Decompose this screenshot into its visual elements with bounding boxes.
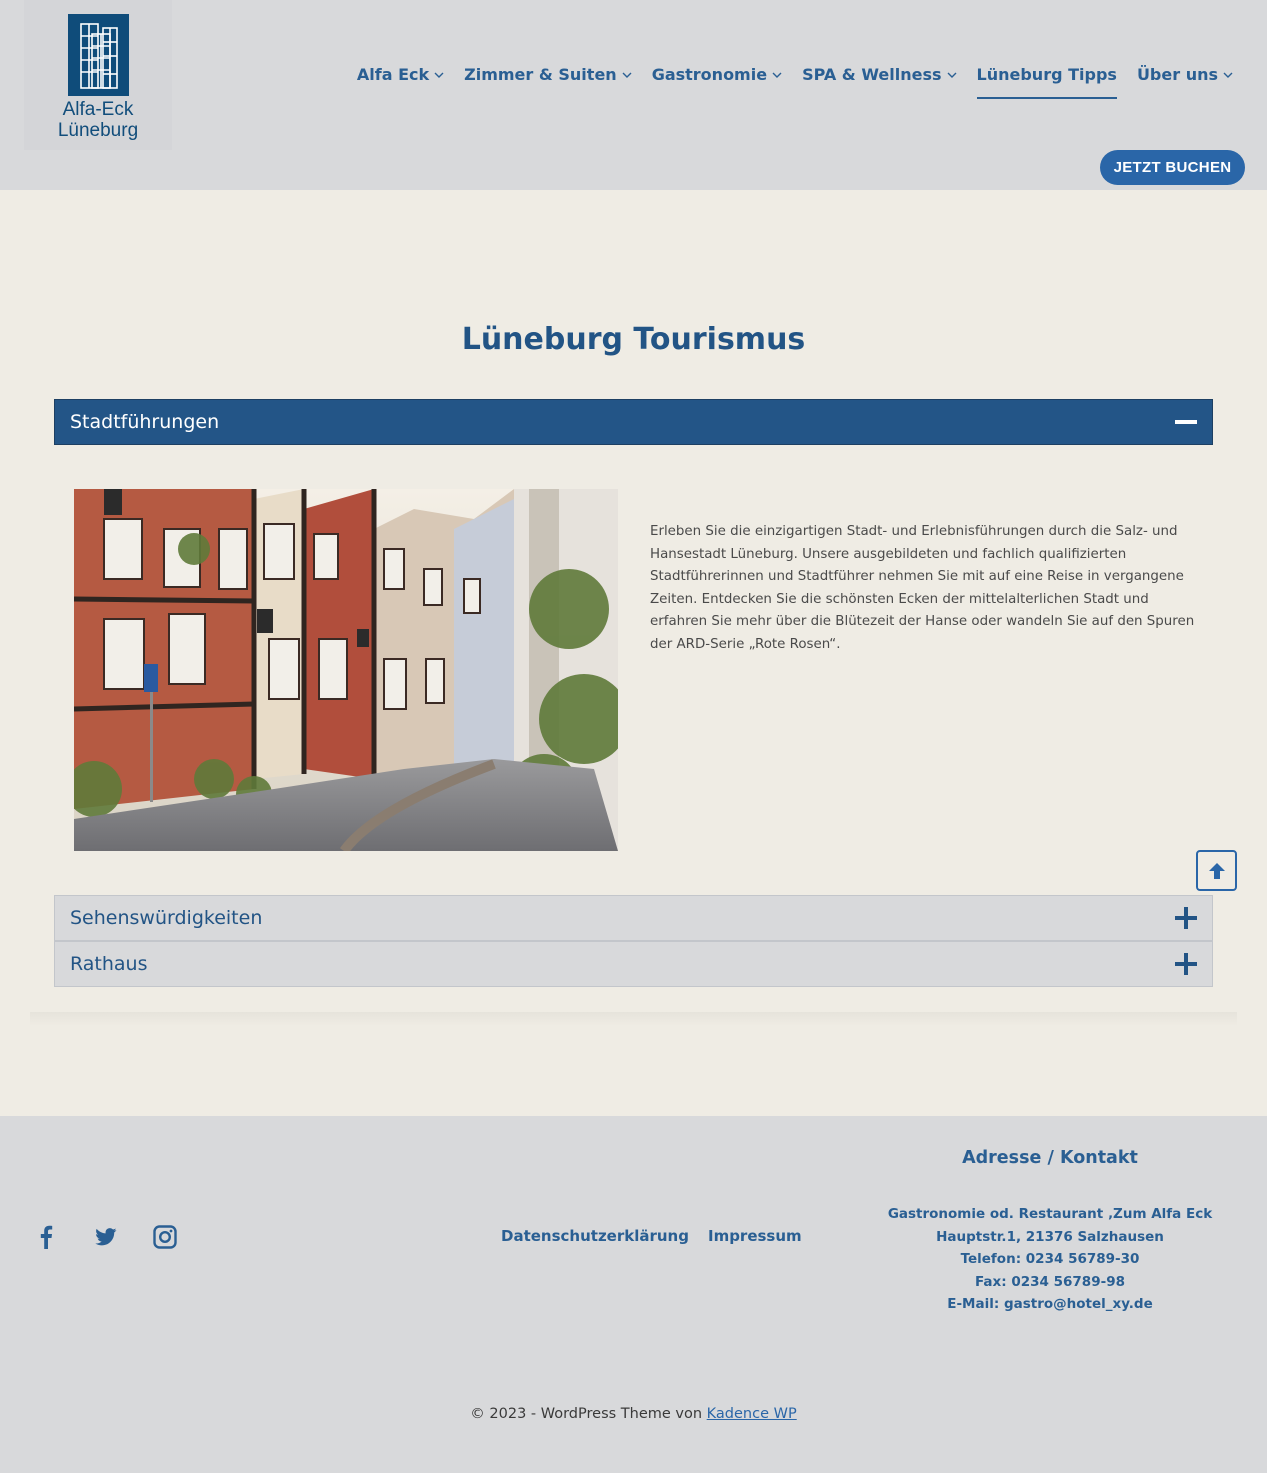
contact-block: Gastronomie od. Restaurant ‚Zum Alfa Eck… — [870, 1203, 1230, 1316]
chevron-down-icon — [434, 72, 444, 78]
kadence-link[interactable]: Kadence WP — [707, 1406, 797, 1422]
copyright-text: © 2023 - WordPress Theme von — [470, 1406, 707, 1422]
footer-links: Datenschutzerklärung Impressum — [501, 1227, 802, 1245]
page-title: Lüneburg Tourismus — [461, 322, 806, 357]
old-town-street-photo — [74, 489, 618, 851]
nav-label: Gastronomie — [651, 65, 768, 84]
nav-item-zimmer-suiten[interactable]: Zimmer & Suiten — [464, 62, 632, 90]
contact-line: E-Mail: gastro@hotel_xy.de — [947, 1296, 1153, 1313]
nav-item-gastronomie[interactable]: Gastronomie — [652, 62, 782, 90]
contact-title: Adresse / Kontakt — [962, 1148, 1138, 1168]
logo-text: Alfa-Eck Lüneburg — [58, 99, 138, 141]
nav-label: Über uns — [1136, 65, 1218, 84]
nav-label: Alfa Eck — [356, 65, 430, 84]
minus-icon — [1175, 411, 1197, 433]
chevron-down-icon — [622, 72, 632, 78]
chevron-down-icon — [772, 72, 782, 78]
main-nav: Alfa Eck Zimmer & Suiten Gastronomie SPA… — [357, 62, 1233, 102]
scroll-to-top-button[interactable] — [1196, 850, 1237, 891]
contact-line: Fax: 0234 56789-98 — [975, 1273, 1125, 1290]
contact-line: Hauptstr.1, 21376 Salzhausen — [936, 1228, 1164, 1245]
section-divider — [30, 1012, 1237, 1026]
imprint-link[interactable]: Impressum — [708, 1227, 802, 1245]
book-now-button[interactable]: JETZT BUCHEN — [1100, 150, 1245, 185]
copyright: © 2023 - WordPress Theme von Kadence WP — [0, 1406, 1267, 1422]
logo-line-1: Alfa-Eck — [62, 99, 134, 120]
nav-label: SPA & Wellness — [802, 65, 942, 84]
accordion-label: Stadtführungen — [70, 411, 220, 433]
plus-icon — [1175, 907, 1197, 929]
nav-label: Zimmer & Suiten — [464, 65, 617, 84]
plus-icon — [1175, 953, 1197, 975]
nav-item-lueneburg-tipps[interactable]: Lüneburg Tipps — [976, 62, 1117, 99]
site-logo[interactable]: Alfa-Eck Lüneburg — [24, 0, 172, 150]
twitter-icon[interactable] — [93, 1224, 119, 1250]
contact-line: Gastronomie od. Restaurant ‚Zum Alfa Eck — [887, 1206, 1213, 1222]
arrow-up-icon — [1208, 862, 1225, 879]
chevron-down-icon — [947, 72, 957, 78]
chevron-down-icon — [1223, 72, 1233, 78]
site-header: Alfa-Eck Lüneburg Alfa Eck Zimmer & Suit… — [0, 0, 1267, 190]
logo-line-2: Lüneburg — [57, 120, 139, 141]
facebook-icon[interactable] — [33, 1224, 59, 1250]
contact-line: Telefon: 0234 56789-30 — [960, 1251, 1140, 1268]
nav-label: Lüneburg Tipps — [976, 65, 1117, 84]
accordion-label: Rathaus — [70, 953, 148, 975]
nav-item-alfa-eck[interactable]: Alfa Eck — [357, 62, 444, 90]
nav-item-ueber-uns[interactable]: Über uns — [1137, 62, 1233, 90]
stadtfuehrungen-text: Erleben Sie die einzigartigen Stadt- und… — [650, 524, 1195, 652]
nav-item-spa-wellness[interactable]: SPA & Wellness — [802, 62, 957, 90]
accordion-label: Sehenswürdigkeiten — [70, 907, 263, 929]
accordion-stadtfuehrungen[interactable]: Stadtführungen — [54, 399, 1213, 445]
privacy-link[interactable]: Datenschutzerklärung — [501, 1227, 689, 1245]
accordion-rathaus[interactable]: Rathaus — [54, 941, 1213, 987]
instagram-icon[interactable] — [152, 1224, 178, 1250]
building-logo-icon — [67, 14, 129, 96]
accordion-sehenswuerdigkeiten[interactable]: Sehenswürdigkeiten — [54, 895, 1213, 941]
